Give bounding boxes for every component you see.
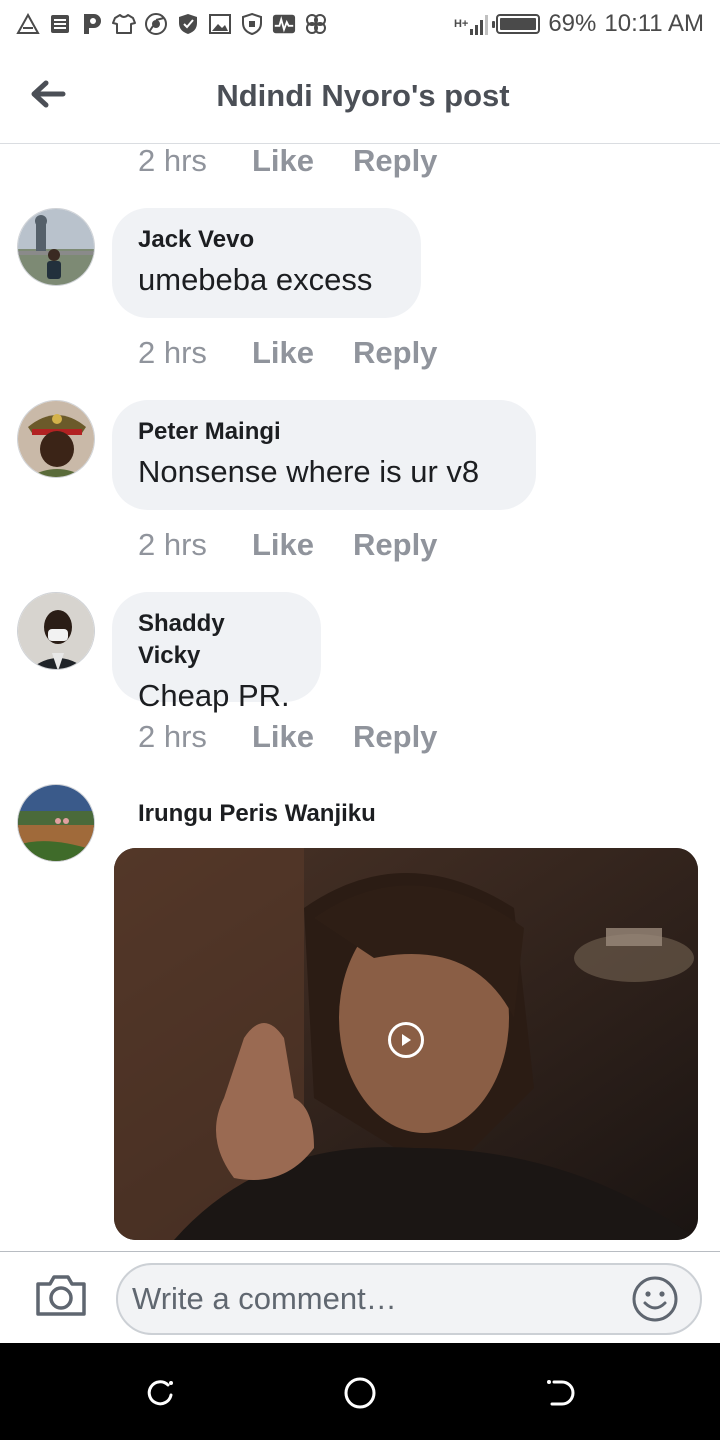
comment-meta-row: 2 hrs Like Reply bbox=[138, 717, 437, 757]
comment-bubble[interactable]: Peter Maingi Nonsense where is ur v8 bbox=[112, 400, 536, 510]
comment-bubble[interactable]: Jack Vevo umebeba excess bbox=[112, 208, 421, 318]
gallery-icon bbox=[208, 12, 232, 36]
comment-author[interactable]: Shaddy Vicky bbox=[138, 608, 293, 672]
page-title: Ndindi Nyoro's post bbox=[216, 77, 510, 113]
comment-author[interactable]: Irungu Peris Wanjiku bbox=[138, 800, 376, 828]
avatar-image bbox=[18, 209, 94, 285]
home-button[interactable] bbox=[340, 1373, 380, 1413]
recent-apps-icon bbox=[147, 1380, 173, 1406]
like-link[interactable]: Like bbox=[252, 145, 353, 179]
comment-composer bbox=[0, 1251, 720, 1343]
comment-meta-row: 2 hrs Like Reply bbox=[138, 145, 437, 181]
back-nav-icon bbox=[547, 1380, 575, 1406]
warning-icon bbox=[16, 12, 40, 36]
gif-attachment[interactable] bbox=[114, 848, 698, 1240]
comment-time: 2 hrs bbox=[138, 527, 207, 562]
security-icon bbox=[240, 12, 264, 36]
status-bar: H+ 69% 10:11 AM bbox=[0, 0, 720, 48]
play-button[interactable] bbox=[388, 1022, 424, 1058]
reply-link[interactable]: Reply bbox=[353, 719, 437, 755]
like-link[interactable]: Like bbox=[252, 527, 353, 563]
home-circle-icon bbox=[344, 1377, 376, 1409]
avatar-image bbox=[18, 785, 94, 861]
smiley-icon bbox=[632, 1276, 678, 1322]
app-header: Ndindi Nyoro's post bbox=[0, 48, 720, 144]
shield-icon bbox=[176, 12, 200, 36]
like-link[interactable]: Like bbox=[252, 719, 353, 755]
comment-meta-row: 2 hrs Like Reply bbox=[138, 525, 437, 565]
back-arrow-icon bbox=[31, 80, 66, 108]
avatar-image bbox=[18, 401, 94, 477]
camera-button[interactable] bbox=[34, 1272, 88, 1320]
pulse-icon bbox=[272, 12, 296, 36]
like-link[interactable]: Like bbox=[252, 335, 353, 371]
shirt-icon bbox=[112, 12, 136, 36]
clock: 10:11 AM bbox=[604, 10, 704, 37]
avatar[interactable] bbox=[17, 784, 95, 862]
comment-author[interactable]: Jack Vevo bbox=[138, 224, 393, 256]
emoji-button[interactable] bbox=[630, 1274, 680, 1324]
system-nav-bar bbox=[0, 1343, 720, 1440]
camera-icon bbox=[36, 1275, 86, 1316]
p-app-icon bbox=[80, 12, 104, 36]
comment-text: umebeba excess bbox=[138, 262, 373, 297]
comment-text: Cheap PR. bbox=[138, 678, 290, 713]
notification-icons bbox=[16, 12, 328, 36]
reply-link[interactable]: Reply bbox=[353, 527, 437, 563]
avatar-image bbox=[18, 593, 94, 669]
status-right: H+ 69% 10:11 AM bbox=[454, 10, 704, 38]
recent-apps-button[interactable] bbox=[140, 1373, 180, 1413]
play-icon bbox=[402, 1034, 411, 1046]
reply-link[interactable]: Reply bbox=[353, 145, 437, 179]
battery-icon bbox=[492, 14, 541, 34]
network-type-label: H+ bbox=[453, 18, 469, 30]
avatar[interactable] bbox=[17, 208, 95, 286]
news-icon bbox=[48, 12, 72, 36]
comment-bubble[interactable]: Shaddy Vicky Cheap PR. bbox=[112, 592, 321, 713]
avatar[interactable] bbox=[17, 400, 95, 478]
signal-icon bbox=[470, 13, 489, 35]
battery-percent: 69% bbox=[548, 10, 597, 37]
comment-meta-row: 2 hrs Like Reply bbox=[138, 333, 437, 373]
reply-link[interactable]: Reply bbox=[353, 335, 437, 371]
comment-time: 2 hrs bbox=[138, 719, 207, 754]
back-button[interactable] bbox=[26, 72, 70, 116]
comment-text: Nonsense where is ur v8 bbox=[138, 454, 480, 489]
avatar[interactable] bbox=[17, 592, 95, 670]
chrome-icon bbox=[144, 12, 168, 36]
comment-time: 2 hrs bbox=[138, 145, 207, 178]
comments-feed[interactable]: 2 hrs Like Reply Jack Vevo umebeba exces… bbox=[0, 145, 720, 1251]
back-nav-button[interactable] bbox=[540, 1373, 580, 1413]
comment-time: 2 hrs bbox=[138, 335, 207, 370]
comment-author[interactable]: Peter Maingi bbox=[138, 416, 508, 448]
dropbox-icon bbox=[304, 12, 328, 36]
comment-input[interactable] bbox=[116, 1263, 702, 1335]
